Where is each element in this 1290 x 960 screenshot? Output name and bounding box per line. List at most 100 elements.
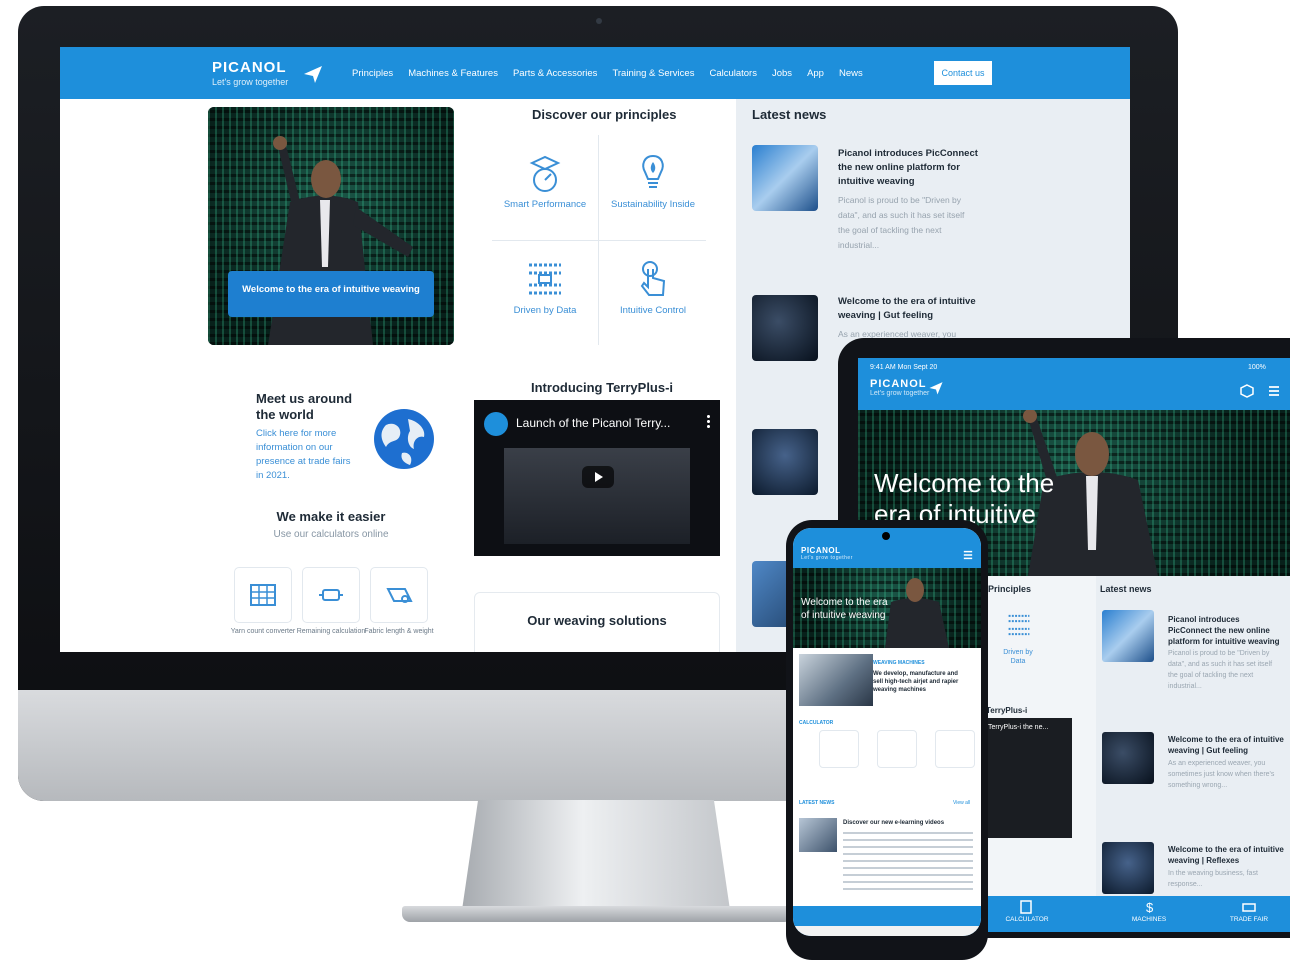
principle-label: Driven by Data [513,305,577,316]
calculator-fabric-length[interactable] [370,567,428,623]
nav-calculators[interactable]: Calculators [709,68,757,79]
principle-label: Smart Performance [503,199,587,210]
nav-jobs[interactable]: Jobs [772,68,792,79]
principle-smart-performance[interactable]: Smart Performance [492,135,598,240]
principle-intuitive-control[interactable]: Intuitive Control [600,241,706,346]
nav-news[interactable]: News [839,68,863,79]
news-excerpt-lines [843,832,973,892]
tab-machines[interactable]: MACHINES [1114,916,1184,923]
bulb-icon [642,154,664,188]
nav-principles[interactable]: Principles [352,68,393,79]
tablet-logo[interactable]: PICANOL Let's grow together [870,378,929,397]
latest-news-label: LATEST NEWS [799,800,835,806]
news-excerpt: Picanol is proud to be "Driven by data",… [838,195,965,250]
spool-icon [319,589,343,601]
binary-data-icon [529,263,561,295]
news-excerpt: In the weaving business, fast response..… [1168,870,1258,888]
news-thumbnail[interactable] [799,818,837,852]
calculator-label: Remaining calculation [296,628,366,635]
front-camera [882,532,890,540]
calculator-fabric-length[interactable] [935,730,975,768]
nav-parts[interactable]: Parts & Accessories [513,68,597,79]
imac-stand [462,800,730,910]
logo-wordmark: PICANOL [870,378,927,390]
grid-calculator-icon [250,584,276,606]
video-title: Launch of the Picanol Terry... [516,416,671,430]
binary-data-icon [1008,614,1030,636]
nav-training[interactable]: Training & Services [612,68,694,79]
paper-plane-icon [929,382,943,395]
weaving-machines-text[interactable]: We develop, manufacture and sell high-te… [873,670,969,694]
machine-thumbnail[interactable] [799,654,873,706]
phone-logo[interactable]: PICANOL Let's grow together [801,546,853,561]
news-thumbnail[interactable] [752,145,818,211]
tab-calculator[interactable]: CALCULATOR [992,916,1062,923]
paper-plane-icon [304,66,322,83]
calculator-label: Fabric length & weight [364,628,434,635]
svg-text:$: $ [1146,900,1154,914]
news-thumbnail[interactable] [1102,842,1154,894]
channel-avatar [484,412,508,436]
calculator-label: CALCULATOR [799,720,834,726]
device-mockup: PICANOL Let's grow together Principles M… [0,0,1290,960]
terryplus-label: TerryPlus-i [986,706,1028,715]
nav-machines[interactable]: Machines & Features [408,68,498,79]
hero-image: Welcome to the era of intuitive weaving [208,107,454,345]
more-options-icon[interactable] [707,414,710,428]
gauge-icon [529,155,561,192]
news-heading: Latest news [752,107,827,122]
weaving-solutions-card[interactable]: Our weaving solutions [474,592,720,652]
news-thumbnail[interactable] [752,295,818,361]
cube-icon[interactable] [1240,384,1254,398]
logo-wordmark: PICANOL [801,546,841,555]
calculator-icon[interactable] [1020,900,1032,914]
video-player[interactable]: Launch of the Picanol Terry... [474,400,720,556]
fabric-roll-icon [386,588,413,603]
meet-us-link[interactable]: Click here for more information on our p… [256,427,356,483]
system-nav-bar [793,926,981,936]
tab-trade-fair[interactable]: TRADE FAIR [1214,916,1284,923]
logo-tagline: Let's grow together [212,77,289,87]
calculator-remaining[interactable] [302,567,360,623]
logo-wordmark: PICANOL [212,59,287,76]
news-thumbnail[interactable] [1102,610,1154,662]
tablet-video[interactable] [982,718,1072,838]
principles-title: Discover our principles [532,107,677,122]
principle-sustainability[interactable]: Sustainability Inside [600,135,706,240]
news-title[interactable]: Picanol introduces PicConnect the new on… [1168,614,1284,647]
menu-icon[interactable] [963,550,973,560]
meet-us-title: Meet us around the world [256,391,353,422]
principle-data[interactable]: Driven by Data [492,241,598,346]
view-all-link[interactable]: View all [953,800,970,806]
calculator-yarn-count[interactable] [234,567,292,623]
news-title[interactable]: Welcome to the era of intuitive weaving … [838,295,988,323]
phone-app: PICANOL Let's grow together Welcome to th… [793,528,981,936]
news-title[interactable]: Discover our new e-learning videos [843,820,973,826]
news-thumbnail[interactable] [1102,732,1154,784]
calculator-yarn-count[interactable] [819,730,859,768]
main-nav: Principles Machines & Features Parts & A… [352,68,863,79]
news-excerpt: As an experienced weaver, you sometimes … [1168,760,1275,789]
news-thumbnail[interactable] [752,429,818,495]
hero-welcome-banner[interactable]: Welcome to the era of intuitive weaving [228,271,434,317]
battery-status: 100% [1248,364,1266,371]
video-title: TerryPlus-i the ne... [988,724,1049,731]
nav-app[interactable]: App [807,68,824,79]
weaving-solutions-title: Our weaving solutions [527,613,667,628]
site-header: PICANOL Let's grow together Principles M… [60,47,1130,99]
menu-icon[interactable] [1268,385,1280,397]
logo-tagline: Let's grow together [870,390,930,397]
dollar-icon[interactable]: $ [1144,900,1156,914]
terryplus-title: Introducing TerryPlus-i [531,380,674,395]
calculator-remaining[interactable] [877,730,917,768]
news-title[interactable]: Welcome to the era of intuitive weaving … [1168,844,1284,866]
logo-tagline: Let's grow together [801,555,853,561]
principle-label: Intuitive Control [619,305,686,316]
site-logo[interactable]: PICANOL Let's grow together [212,59,288,87]
news-title[interactable]: Welcome to the era of intuitive weaving … [1168,734,1284,756]
principles-grid: Smart Performance Sustainability Inside … [492,135,706,345]
news-title[interactable]: Picanol introduces PicConnect the new on… [838,147,988,189]
contact-button[interactable]: Contact us [934,61,992,85]
play-icon[interactable] [582,466,614,488]
fair-icon[interactable] [1242,901,1256,913]
